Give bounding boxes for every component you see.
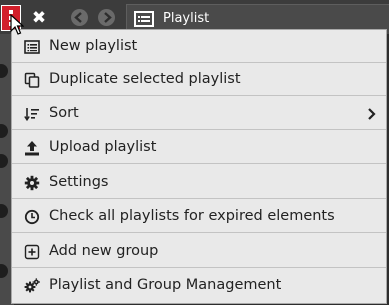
- menu-item-sort[interactable]: Sort: [12, 98, 386, 130]
- gear-icon: [24, 175, 40, 191]
- background-shape: [0, 64, 8, 78]
- menu-item-add-new-group[interactable]: Add new group: [12, 236, 386, 268]
- list-icon: [24, 40, 40, 54]
- menu-item-new-playlist[interactable]: New playlist: [12, 31, 386, 63]
- menu-item-label: New playlist: [49, 38, 138, 54]
- background-shape: [0, 204, 8, 218]
- mouse-cursor-icon: [10, 14, 24, 35]
- chevron-right-icon: [368, 108, 376, 120]
- background-shape: [0, 154, 8, 168]
- menu-item-label: Sort: [49, 105, 79, 121]
- copy-icon: [24, 72, 40, 88]
- menu-item-label: Upload playlist: [49, 139, 157, 155]
- forward-arrow-icon[interactable]: [98, 9, 115, 26]
- menu-item-upload-playlist[interactable]: Upload playlist: [12, 132, 386, 164]
- tab-title: Playlist: [163, 11, 210, 26]
- upload-icon: [25, 141, 39, 156]
- menu-item-settings[interactable]: Settings: [12, 167, 386, 199]
- main-menu-dropdown: New playlist Duplicate selected playlist…: [11, 29, 387, 304]
- menu-item-label: Duplicate selected playlist: [49, 71, 241, 87]
- background-shape: [0, 124, 8, 138]
- menu-item-playlist-group-management[interactable]: Playlist and Group Management: [12, 270, 386, 302]
- menu-item-label: Playlist and Group Management: [49, 277, 282, 293]
- close-icon[interactable]: ✖: [28, 7, 50, 29]
- menu-item-label: Check all playlists for expired elements: [49, 208, 335, 224]
- menu-item-check-expired[interactable]: Check all playlists for expired elements: [12, 201, 386, 233]
- sort-icon: [24, 108, 39, 122]
- menu-item-duplicate-playlist[interactable]: Duplicate selected playlist: [12, 64, 386, 96]
- menu-item-label: Settings: [49, 174, 109, 190]
- menu-item-label: Add new group: [49, 243, 159, 259]
- back-arrow-icon[interactable]: [71, 9, 88, 26]
- list-icon: [134, 11, 154, 27]
- gears-icon: [24, 278, 40, 293]
- app-window: ✖ Playlist New playlist Duplicate select…: [0, 0, 389, 305]
- clock-icon: [24, 209, 40, 225]
- background-shape: [0, 264, 8, 278]
- plus-square-icon: [24, 244, 40, 260]
